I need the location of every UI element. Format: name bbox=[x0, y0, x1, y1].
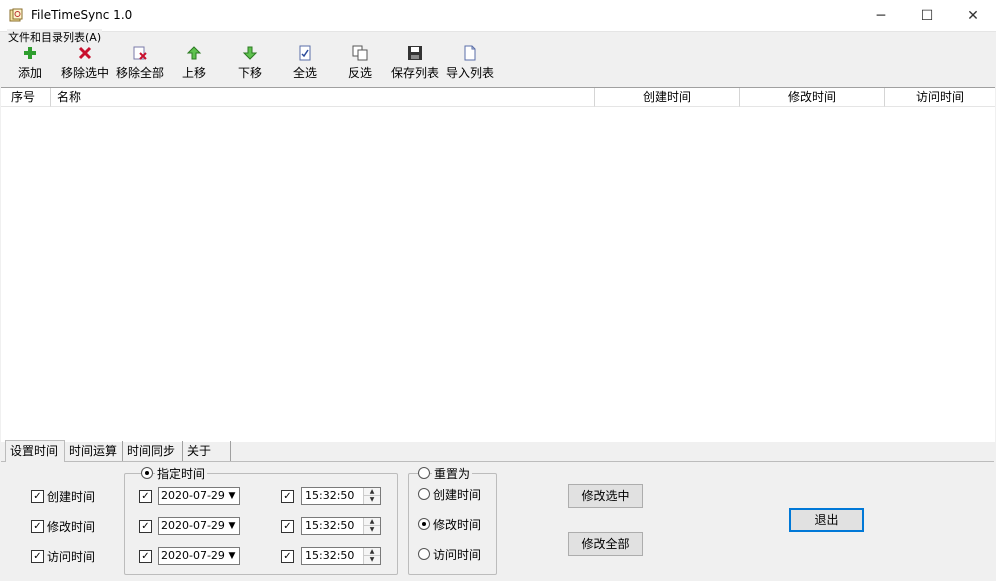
time-input-3[interactable]: 15:32:50 ▲ ▼ bbox=[301, 547, 381, 565]
plus-icon bbox=[24, 47, 36, 59]
remove-selected-label: 移除选中 bbox=[60, 66, 109, 80]
toolbar: 添加 移除选中 移除全部 上移 下移 全选 反选 保存列表 导入列表 bbox=[0, 42, 996, 86]
arrow-up-icon bbox=[186, 46, 202, 60]
column-header-name[interactable]: 名称 bbox=[51, 88, 595, 107]
spin-down-icon[interactable]: ▼ bbox=[364, 526, 380, 534]
column-header-index[interactable]: 序号 bbox=[1, 88, 51, 107]
invert-select-icon bbox=[352, 45, 368, 61]
date-picker-3[interactable]: 2020-07-29 ▼ bbox=[158, 547, 240, 565]
x-icon bbox=[78, 46, 92, 60]
import-icon bbox=[464, 45, 476, 61]
reset-label: 重置为 bbox=[432, 465, 473, 482]
created-time-label: 创建时间 bbox=[47, 490, 96, 504]
specified-time-radio[interactable] bbox=[141, 467, 153, 479]
app-icon bbox=[9, 8, 23, 22]
title-bar: FileTimeSync 1.0 ─ ☐ ✕ bbox=[0, 0, 996, 32]
reset-modified-label: 修改时间 bbox=[433, 518, 482, 532]
time-spinner-1[interactable]: ▲ ▼ bbox=[363, 488, 380, 504]
remove-all-label: 移除全部 bbox=[115, 66, 164, 80]
time-input-2[interactable]: 15:32:50 ▲ ▼ bbox=[301, 517, 381, 535]
invert-selection-label: 反选 bbox=[347, 66, 372, 80]
save-list-button[interactable]: 保存列表 bbox=[390, 45, 440, 83]
spin-down-icon[interactable]: ▼ bbox=[364, 496, 380, 504]
time-spinner-3[interactable]: ▲ ▼ bbox=[363, 548, 380, 564]
reset-modified-radio[interactable] bbox=[418, 518, 430, 530]
chevron-down-icon: ▼ bbox=[228, 551, 236, 561]
maximize-button[interactable]: ☐ bbox=[904, 0, 950, 31]
tab-time-calc[interactable]: 时间运算 bbox=[65, 441, 123, 461]
maximize-icon: ☐ bbox=[920, 7, 934, 24]
column-header-created[interactable]: 创建时间 bbox=[595, 88, 740, 107]
date-2-checkbox[interactable]: ✓ bbox=[139, 520, 152, 533]
close-button[interactable]: ✕ bbox=[950, 0, 996, 31]
specified-time-label: 指定时间 bbox=[155, 465, 208, 482]
file-list[interactable]: 序号 名称 创建时间 修改时间 访问时间 bbox=[1, 87, 995, 442]
move-up-label: 上移 bbox=[181, 66, 206, 80]
tab-set-time[interactable]: 设置时间 bbox=[5, 440, 65, 462]
created-time-checkbox[interactable]: ✓ bbox=[31, 490, 44, 503]
move-down-label: 下移 bbox=[237, 66, 262, 80]
select-all-button[interactable]: 全选 bbox=[291, 45, 319, 83]
window-title: FileTimeSync 1.0 bbox=[31, 8, 133, 22]
remove-selected-button[interactable]: 移除选中 bbox=[60, 45, 110, 83]
date-1-checkbox[interactable]: ✓ bbox=[139, 490, 152, 503]
spin-up-icon[interactable]: ▲ bbox=[364, 488, 380, 496]
time-input-1[interactable]: 15:32:50 ▲ ▼ bbox=[301, 487, 381, 505]
add-button[interactable]: 添加 bbox=[14, 45, 46, 83]
move-down-button[interactable]: 下移 bbox=[236, 45, 264, 83]
date-picker-1[interactable]: 2020-07-29 ▼ bbox=[158, 487, 240, 505]
modified-time-label: 修改时间 bbox=[47, 520, 96, 534]
exit-button[interactable]: 退出 bbox=[789, 508, 864, 532]
remove-all-icon bbox=[133, 46, 147, 60]
column-header-modified[interactable]: 修改时间 bbox=[740, 88, 885, 107]
invert-selection-button[interactable]: 反选 bbox=[346, 45, 374, 83]
chevron-down-icon: ▼ bbox=[228, 491, 236, 501]
move-up-button[interactable]: 上移 bbox=[180, 45, 208, 83]
time-spinner-2[interactable]: ▲ ▼ bbox=[363, 518, 380, 534]
select-all-icon bbox=[299, 45, 311, 61]
minimize-button[interactable]: ─ bbox=[858, 0, 904, 31]
column-header-accessed[interactable]: 访问时间 bbox=[885, 88, 995, 107]
accessed-time-checkbox[interactable]: ✓ bbox=[31, 550, 44, 563]
set-time-panel: ✓ 创建时间 ✓ 修改时间 ✓ 访问时间 指定时间 ✓ 2020-07-29 ▼ … bbox=[1, 461, 994, 580]
arrow-down-icon bbox=[242, 46, 258, 60]
spin-up-icon[interactable]: ▲ bbox=[364, 548, 380, 556]
modify-all-button[interactable]: 修改全部 bbox=[568, 532, 643, 556]
save-list-label: 保存列表 bbox=[390, 66, 439, 80]
add-button-label: 添加 bbox=[17, 66, 42, 80]
date-picker-2[interactable]: 2020-07-29 ▼ bbox=[158, 517, 240, 535]
tab-about[interactable]: 关于 bbox=[183, 441, 231, 461]
close-icon: ✕ bbox=[967, 7, 979, 24]
spin-down-icon[interactable]: ▼ bbox=[364, 556, 380, 564]
reset-accessed-label: 访问时间 bbox=[433, 548, 482, 562]
reset-created-label: 创建时间 bbox=[433, 488, 482, 502]
reset-accessed-radio[interactable] bbox=[418, 548, 430, 560]
select-all-label: 全选 bbox=[292, 66, 317, 80]
modified-time-checkbox[interactable]: ✓ bbox=[31, 520, 44, 533]
modify-selected-button[interactable]: 修改选中 bbox=[568, 484, 643, 508]
time-2-checkbox[interactable]: ✓ bbox=[281, 520, 294, 533]
date-3-checkbox[interactable]: ✓ bbox=[139, 550, 152, 563]
import-list-label: 导入列表 bbox=[445, 66, 494, 80]
reset-created-radio[interactable] bbox=[418, 488, 430, 500]
save-icon bbox=[408, 46, 422, 60]
time-1-checkbox[interactable]: ✓ bbox=[281, 490, 294, 503]
chevron-down-icon: ▼ bbox=[228, 521, 236, 531]
time-3-checkbox[interactable]: ✓ bbox=[281, 550, 294, 563]
tab-time-sync[interactable]: 时间同步 bbox=[123, 441, 183, 461]
reset-radio[interactable] bbox=[418, 467, 430, 479]
accessed-time-label: 访问时间 bbox=[47, 550, 96, 564]
minimize-icon: ─ bbox=[876, 7, 886, 24]
remove-all-button[interactable]: 移除全部 bbox=[115, 45, 165, 83]
spin-up-icon[interactable]: ▲ bbox=[364, 518, 380, 526]
import-list-button[interactable]: 导入列表 bbox=[445, 45, 495, 83]
